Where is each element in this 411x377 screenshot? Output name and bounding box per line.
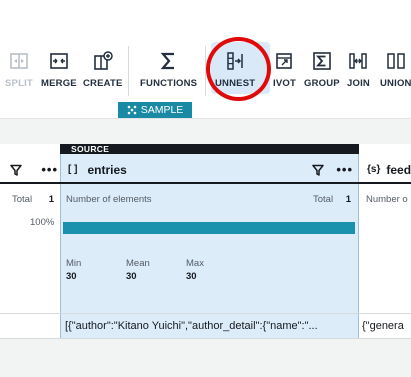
split-button[interactable]: SPLIT bbox=[5, 50, 33, 89]
total-value: 1 bbox=[48, 194, 54, 205]
min-label: Min bbox=[66, 258, 82, 269]
create-button[interactable]: CREATE bbox=[83, 50, 123, 89]
sample-label: SAMPLE bbox=[140, 104, 184, 116]
toolbar: SPLIT MERGE CREATE FUNCTIONS UNNEST IVOT bbox=[0, 0, 411, 118]
array-type-icon: [ ] bbox=[68, 164, 78, 175]
feed-stat-label: Number o bbox=[366, 194, 408, 205]
feed-cell[interactable]: {"genera bbox=[362, 314, 411, 338]
split-label: SPLIT bbox=[5, 78, 33, 89]
mean-stat: Mean 30 bbox=[126, 258, 150, 282]
total-value: 1 bbox=[345, 194, 351, 205]
functions-button[interactable]: FUNCTIONS bbox=[140, 50, 197, 89]
struct-type-icon: {s} bbox=[367, 164, 381, 175]
number-of-elements-label: Number of elements bbox=[66, 194, 152, 205]
column-menu-icon[interactable]: ••• bbox=[336, 162, 353, 177]
union-icon bbox=[385, 50, 407, 72]
merge-button[interactable]: MERGE bbox=[41, 50, 77, 89]
toolbar-divider bbox=[128, 46, 129, 96]
merge-label: MERGE bbox=[41, 78, 77, 89]
entries-column-header: [ ] entries ••• bbox=[68, 155, 353, 184]
mean-label: Mean bbox=[126, 258, 150, 269]
total-label: Total bbox=[313, 194, 334, 205]
total-label: Total bbox=[12, 194, 33, 205]
previous-column-header: ••• bbox=[10, 155, 58, 184]
group-icon bbox=[311, 50, 333, 72]
max-label: Max bbox=[186, 258, 204, 269]
previous-total-row: Total 1 bbox=[12, 194, 54, 205]
join-button[interactable]: JOIN bbox=[347, 50, 370, 89]
join-label: JOIN bbox=[347, 78, 370, 89]
min-value: 30 bbox=[66, 271, 77, 282]
filter-icon[interactable] bbox=[10, 164, 22, 176]
distribution-bar[interactable] bbox=[63, 222, 355, 234]
sigma-icon bbox=[158, 50, 180, 72]
max-value: 30 bbox=[186, 271, 197, 282]
filter-icon[interactable] bbox=[312, 164, 325, 176]
entries-total-row: Total 1 bbox=[313, 194, 351, 205]
functions-label: FUNCTIONS bbox=[140, 78, 198, 89]
sample-icon bbox=[127, 105, 136, 115]
percent-value: 100% bbox=[30, 217, 55, 228]
group-button[interactable]: GROUP bbox=[304, 50, 340, 89]
union-label: UNION bbox=[380, 78, 411, 89]
feed-column-name: feed bbox=[386, 162, 411, 177]
column-menu-icon[interactable]: ••• bbox=[41, 162, 58, 177]
header-divider bbox=[0, 182, 411, 184]
entries-cell[interactable]: [{"author":"Kitano Yuichi","author_detai… bbox=[60, 314, 359, 338]
entries-column-name: entries bbox=[87, 162, 127, 177]
pivot-button[interactable]: IVOT bbox=[273, 50, 296, 89]
merge-icon bbox=[48, 50, 70, 72]
create-icon bbox=[92, 50, 114, 72]
split-icon bbox=[8, 50, 30, 72]
group-label: GROUP bbox=[304, 78, 340, 89]
mean-value: 30 bbox=[126, 271, 137, 282]
pivot-label: IVOT bbox=[273, 78, 296, 89]
max-stat: Max 30 bbox=[186, 258, 204, 282]
footer-area bbox=[0, 339, 411, 377]
union-button[interactable]: UNION bbox=[380, 50, 411, 89]
join-icon bbox=[347, 50, 369, 72]
source-tag: SOURCE bbox=[60, 144, 359, 154]
pivot-icon bbox=[273, 50, 295, 72]
create-label: CREATE bbox=[83, 78, 123, 89]
table-row: [{"author":"Kitano Yuichi","author_detai… bbox=[0, 313, 411, 339]
feed-column-header: {s} feed bbox=[367, 155, 411, 184]
min-stat: Min 30 bbox=[66, 258, 81, 282]
sample-badge[interactable]: SAMPLE bbox=[118, 102, 192, 118]
highlight-circle bbox=[206, 37, 271, 101]
grid-top-strip bbox=[0, 118, 411, 144]
